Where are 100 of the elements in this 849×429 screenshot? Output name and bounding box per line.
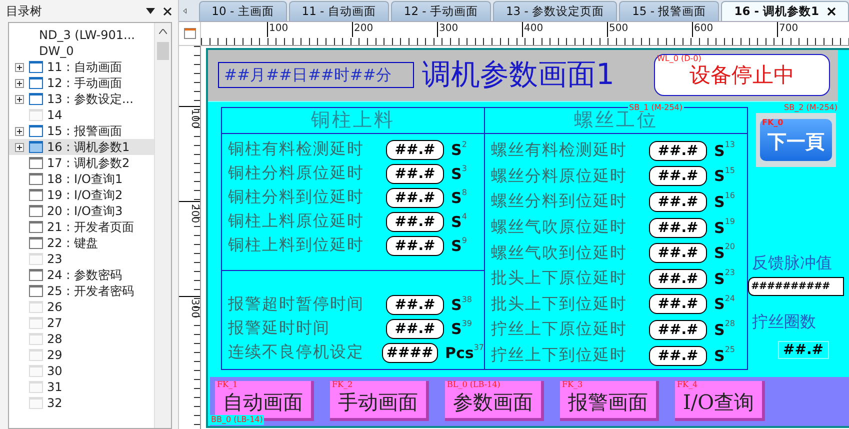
parameter-label: 铜柱有料检测延时: [228, 139, 365, 160]
window-icon: [29, 333, 43, 345]
window-icon: [29, 173, 43, 185]
value-field[interactable]: ##.#: [386, 236, 444, 256]
navigation-button[interactable]: FK_2 手动画面: [330, 381, 429, 422]
expand-icon[interactable]: [14, 78, 24, 88]
value-field[interactable]: ##.#: [649, 192, 707, 212]
value-field[interactable]: ##.#: [386, 294, 444, 315]
tree-item[interactable]: 29: [9, 347, 154, 363]
tree-item[interactable]: 11 : 自动画面: [9, 59, 154, 75]
tree-item[interactable]: 27: [9, 315, 154, 331]
window-icon: [29, 269, 43, 281]
tree-item[interactable]: 12 : 手动画面: [9, 75, 154, 91]
value-field[interactable]: ####: [382, 342, 438, 363]
expand-icon[interactable]: [14, 142, 24, 152]
navigation-button[interactable]: BL_0 (LB-14) 参数画面: [445, 381, 544, 422]
tree-item[interactable]: 22 : 键盘: [9, 235, 154, 251]
feedback-field[interactable]: ##########: [748, 276, 844, 296]
navigation-button[interactable]: FK_3 报警画面: [560, 381, 659, 422]
section-title: 铜柱上料: [222, 108, 484, 134]
window-icon: [29, 157, 43, 169]
tree-item[interactable]: 15 : 报警画面: [9, 123, 154, 139]
value-field[interactable]: ##.#: [386, 140, 444, 160]
tree-item[interactable]: 25 : 开发者密码: [9, 283, 154, 299]
window-icon: [29, 141, 43, 153]
value-field[interactable]: ##.#: [649, 320, 707, 340]
close-icon[interactable]: [163, 6, 172, 16]
vertical-ruler: 100 200 300: [179, 46, 201, 429]
object-tag: FK_3: [562, 381, 583, 390]
object-tag: SB_2 (M-254): [783, 103, 838, 113]
tab[interactable]: 16 - 调机参数1: [721, 1, 849, 21]
object-index: 23: [724, 268, 735, 277]
tab[interactable]: 10 - 主画面: [198, 1, 287, 21]
tree-item[interactable]: 21 : 开发者页面: [9, 219, 154, 235]
expand-icon[interactable]: [14, 62, 24, 72]
value-field[interactable]: ##.#: [386, 212, 444, 232]
object-index: 25: [724, 344, 735, 354]
unit-label: S: [714, 167, 725, 186]
value-field[interactable]: ##.#: [386, 318, 444, 339]
scrollbar[interactable]: [154, 23, 171, 428]
window-icon: [29, 317, 43, 329]
parameter-label: 报警延时时间: [228, 318, 331, 340]
tree-item[interactable]: ND_3 (LW-901...: [9, 27, 154, 43]
tree-item[interactable]: 20 : I/O查询3: [9, 203, 154, 219]
value-field[interactable]: ##.#: [649, 268, 707, 289]
tree-item[interactable]: 17 : 调机参数2: [9, 155, 154, 171]
turns-field[interactable]: ##.#: [778, 340, 829, 359]
close-icon[interactable]: [827, 7, 836, 16]
object-index: 19: [724, 216, 735, 226]
parameter-label: 批头上下原位延时: [491, 268, 628, 290]
tree-item[interactable]: 32: [9, 395, 154, 411]
window-icon[interactable]: [184, 28, 196, 39]
window-icon: [29, 381, 43, 393]
window-icon: [29, 237, 43, 249]
window-icon: [29, 301, 43, 313]
unit-label: S: [451, 296, 462, 314]
value-field[interactable]: ##.#: [649, 294, 707, 314]
object-tag: FK_4: [677, 381, 698, 390]
scroll-up-icon[interactable]: [159, 29, 167, 34]
tree-item[interactable]: 30: [9, 363, 154, 379]
value-field[interactable]: ##.#: [386, 188, 444, 208]
window-icon: [29, 365, 43, 377]
object-tag: FK_0: [762, 118, 784, 127]
unit-label: S: [451, 140, 462, 159]
value-field[interactable]: ##.#: [649, 346, 707, 366]
window-icon: [29, 189, 43, 201]
unit-label: S: [714, 218, 725, 237]
value-field[interactable]: ##.#: [386, 164, 444, 184]
expand-icon[interactable]: [14, 94, 24, 104]
object-index: 8: [462, 188, 467, 197]
dropdown-icon[interactable]: [146, 8, 155, 14]
parameter-label: 铜柱上料到位延时: [228, 235, 365, 256]
value-field[interactable]: ##.#: [649, 243, 707, 264]
tree-item[interactable]: 16 : 调机参数1: [9, 139, 154, 155]
tab[interactable]: 11 - 自动画面: [288, 1, 389, 21]
navigation-button[interactable]: FK_4 I/O查询: [675, 381, 766, 422]
window-icon: [29, 93, 43, 105]
parameter-label: 铜柱上料原位延时: [228, 211, 365, 232]
tree-item[interactable]: 28: [9, 331, 154, 347]
value-field[interactable]: ##.#: [649, 218, 707, 238]
tree-item[interactable]: 24 : 参数密码: [9, 267, 154, 283]
tree-item[interactable]: 18 : I/O查询1: [9, 171, 154, 187]
tab[interactable]: 12 - 手动画面: [390, 1, 491, 21]
tree-item[interactable]: 13 : 参数设定...: [9, 91, 154, 107]
tree-item[interactable]: 14: [9, 107, 154, 123]
tree-item[interactable]: 23: [9, 251, 154, 267]
expand-icon[interactable]: [14, 126, 24, 136]
value-field[interactable]: ##.#: [649, 140, 707, 161]
turns-label: 拧丝圈数: [752, 312, 816, 333]
unit-label: S: [451, 188, 462, 207]
value-field[interactable]: ##.#: [649, 166, 707, 186]
tab[interactable]: 13 - 参数设定页面: [492, 1, 618, 21]
status-text: 设备停止中: [690, 62, 794, 90]
tree-item[interactable]: 19 : I/O查询2: [9, 187, 154, 203]
tree-item[interactable]: DW_0: [9, 43, 154, 59]
scrollbar-thumb[interactable]: [157, 42, 169, 60]
tab[interactable]: 15 - 报警画面: [619, 1, 720, 21]
object-index: 16: [724, 191, 735, 200]
tree-item[interactable]: 26: [9, 299, 154, 315]
tree-item[interactable]: 31: [9, 379, 154, 395]
